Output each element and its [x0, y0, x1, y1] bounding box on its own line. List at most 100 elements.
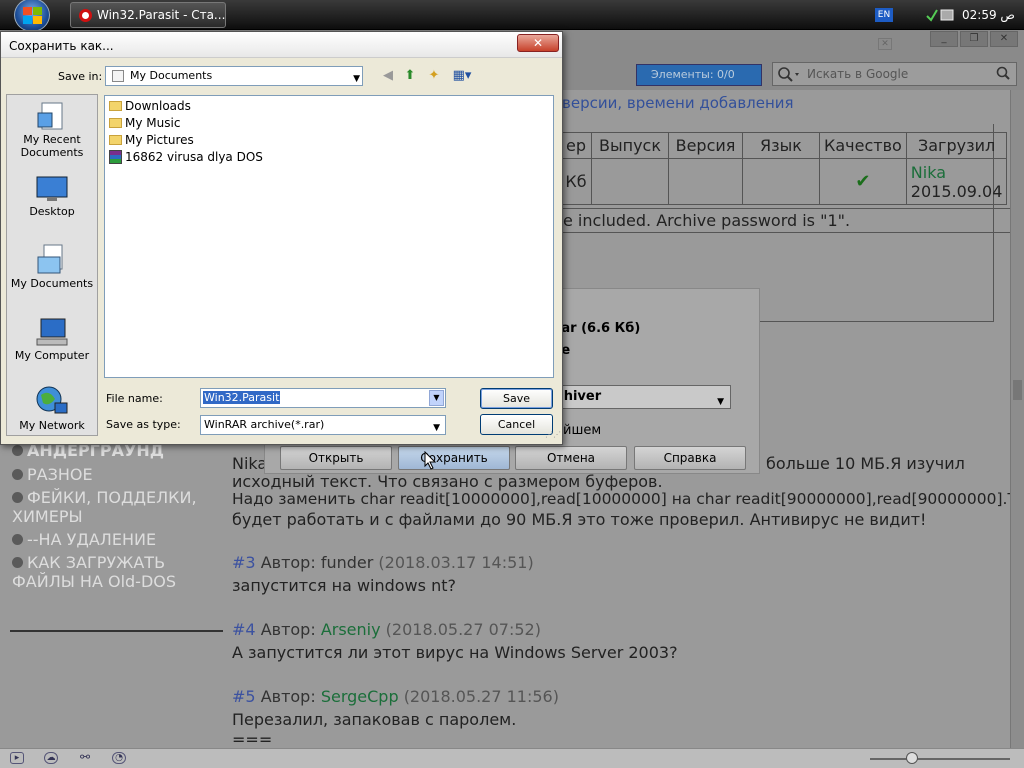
- open-with-select[interactable]: chiver ▼: [549, 385, 731, 409]
- scrollbar-thumb[interactable]: [1013, 380, 1022, 400]
- taskbar-window-button[interactable]: Win32.Parasit - Ста...: [70, 2, 226, 28]
- save-download-button[interactable]: Сохранить: [398, 446, 510, 470]
- back-icon[interactable]: ◀: [379, 68, 397, 84]
- search-input[interactable]: Искать в Google: [807, 65, 987, 83]
- place-my-documents[interactable]: My Documents: [7, 243, 97, 290]
- comment-2-text-3: Надо заменить char readit[10000000],read…: [232, 490, 1024, 508]
- place-recent-documents[interactable]: My Recent Documents: [7, 101, 97, 159]
- file-list[interactable]: Downloads My Music My Pictures 16862 vir…: [104, 95, 554, 378]
- comment-number[interactable]: #3: [232, 553, 256, 572]
- col-release-header[interactable]: Выпуск: [591, 132, 669, 159]
- list-item[interactable]: 16862 virusa dlya DOS: [107, 149, 263, 165]
- comment-3-header: #3 Автор: funder (2018.03.17 14:51): [232, 553, 534, 572]
- col-version-header[interactable]: Версия: [668, 132, 743, 159]
- resize-grip-icon[interactable]: ⋰⋰: [545, 430, 561, 442]
- download-filename: rar (6.6 Кб): [555, 321, 641, 336]
- cell-size: Кб: [560, 158, 592, 205]
- comment-number[interactable]: #4: [232, 620, 256, 639]
- folder-icon: [109, 101, 122, 111]
- list-item[interactable]: Downloads: [107, 98, 191, 114]
- comment-author: funder: [320, 553, 374, 572]
- chevron-down-icon: ▼: [353, 74, 360, 84]
- chevron-down-icon[interactable]: ▼: [429, 390, 444, 406]
- file-name-field[interactable]: Win32.Parasit ▼: [200, 388, 446, 408]
- clock[interactable]: 02:59 ص: [962, 8, 1015, 22]
- zoom-slider[interactable]: [870, 758, 1010, 760]
- open-button[interactable]: Открыть: [280, 446, 392, 470]
- place-my-computer[interactable]: My Computer: [7, 317, 97, 362]
- windows-logo-icon: [23, 7, 42, 24]
- col-uploader-header[interactable]: Загрузил: [905, 132, 1008, 159]
- help-button[interactable]: Справка: [634, 446, 746, 470]
- comment-author[interactable]: Arseniy: [321, 620, 381, 639]
- comment-date: (2018.05.27 07:52): [385, 620, 541, 639]
- dialog-close-button[interactable]: ✕: [517, 34, 559, 52]
- uploader-link[interactable]: Nika: [911, 163, 1003, 182]
- checkmark-icon: ✔: [855, 171, 871, 192]
- comment-3-text: запустится на windows nt?: [232, 576, 456, 595]
- dialog-titlebar: Сохранить как... ✕: [1, 32, 562, 58]
- sidebar-item-upload-howto[interactable]: КАК ЗАГРУЖАТЬ: [12, 553, 165, 572]
- file-table: ер Выпуск Версия Язык Качество Загрузил …: [560, 132, 1008, 205]
- comment-number[interactable]: #5: [232, 687, 256, 706]
- documents-folder-icon: [112, 70, 124, 82]
- search-go-icon[interactable]: [995, 65, 1013, 83]
- page-scrollbar[interactable]: [1010, 90, 1024, 748]
- comment-author[interactable]: SergeCpp: [321, 687, 399, 706]
- restore-button[interactable]: ❐: [960, 31, 988, 47]
- author-label: Автор:: [260, 553, 316, 572]
- cancel-download-button[interactable]: Отмена: [515, 446, 627, 470]
- sidebar-divider: [10, 630, 223, 632]
- col-size-header[interactable]: ер: [560, 132, 592, 159]
- cell-uploader: Nika 2015.09.04: [905, 158, 1008, 205]
- share-icon[interactable]: ⚯: [78, 751, 92, 764]
- opera-icon: [79, 9, 92, 22]
- system-tray[interactable]: [925, 6, 959, 24]
- places-bar: My Recent Documents Desktop My Documents…: [6, 94, 98, 436]
- panel-toggle-icon[interactable]: ▸: [10, 752, 24, 764]
- speed-dial-icon[interactable]: ◔: [112, 752, 126, 764]
- minimize-button[interactable]: _: [930, 31, 958, 47]
- start-button[interactable]: [14, 0, 50, 32]
- language-indicator[interactable]: EN: [875, 8, 893, 22]
- comment-2-text-4: будет работать и с файлами до 90 МБ.Я эт…: [232, 510, 927, 529]
- sidebar-item-fakes-cont[interactable]: ХИМЕРЫ: [12, 507, 83, 526]
- cancel-button[interactable]: Cancel: [480, 414, 553, 435]
- bullet-icon: [12, 534, 23, 545]
- comment-4-header: #4 Автор: Arseniy (2018.05.27 07:52): [232, 620, 541, 639]
- new-folder-icon[interactable]: ✦: [425, 68, 443, 84]
- sidebar-item-fakes[interactable]: ФЕЙКИ, ПОДДЕЛКИ,: [12, 488, 197, 507]
- place-my-network[interactable]: My Network: [7, 385, 97, 432]
- my-documents-icon: [37, 244, 63, 274]
- elements-label: Элементы:: [651, 68, 714, 81]
- desktop-icon: [36, 176, 68, 201]
- cloud-icon[interactable]: ☁: [44, 752, 58, 764]
- cell-quality: ✔: [819, 158, 907, 205]
- bullet-icon: [12, 492, 23, 503]
- view-menu-icon[interactable]: ▦▾: [449, 68, 475, 84]
- col-language-header[interactable]: Язык: [742, 132, 820, 159]
- list-item[interactable]: My Pictures: [107, 132, 194, 148]
- dialog-title: Сохранить как...: [9, 39, 114, 53]
- save-as-type-select[interactable]: WinRAR archive(*.rar) ▼: [200, 415, 446, 435]
- chevron-down-icon: ▼: [433, 423, 440, 433]
- close-window-button[interactable]: ✕: [990, 31, 1018, 47]
- up-folder-icon[interactable]: ⬆: [401, 68, 419, 84]
- sidebar-item-delete[interactable]: --НА УДАЛЕНИЕ: [12, 530, 156, 549]
- sort-options[interactable]: версии, времени добавления: [562, 94, 794, 112]
- comment-2-author: Nika: [232, 454, 268, 473]
- place-desktop[interactable]: Desktop: [7, 175, 97, 218]
- save-as-dialog: Сохранить как... ✕ Save in: My Documents…: [0, 31, 563, 445]
- mouse-cursor-icon: [424, 451, 437, 470]
- sidebar-item-misc[interactable]: РАЗНОЕ: [12, 465, 93, 484]
- sidebar-item-upload-howto-cont[interactable]: ФАЙЛЫ НА Old-DOS: [12, 572, 176, 591]
- zoom-slider-handle[interactable]: [906, 752, 918, 764]
- col-quality-header[interactable]: Качество: [819, 132, 907, 159]
- save-button[interactable]: Save: [480, 388, 553, 409]
- close-tab-icon[interactable]: ✕: [878, 38, 892, 50]
- save-in-select[interactable]: My Documents ▼: [105, 66, 363, 86]
- cell-release: [591, 158, 669, 205]
- search-box[interactable]: Искать в Google: [772, 62, 1017, 86]
- list-item[interactable]: My Music: [107, 115, 180, 131]
- author-label: Автор:: [260, 620, 316, 639]
